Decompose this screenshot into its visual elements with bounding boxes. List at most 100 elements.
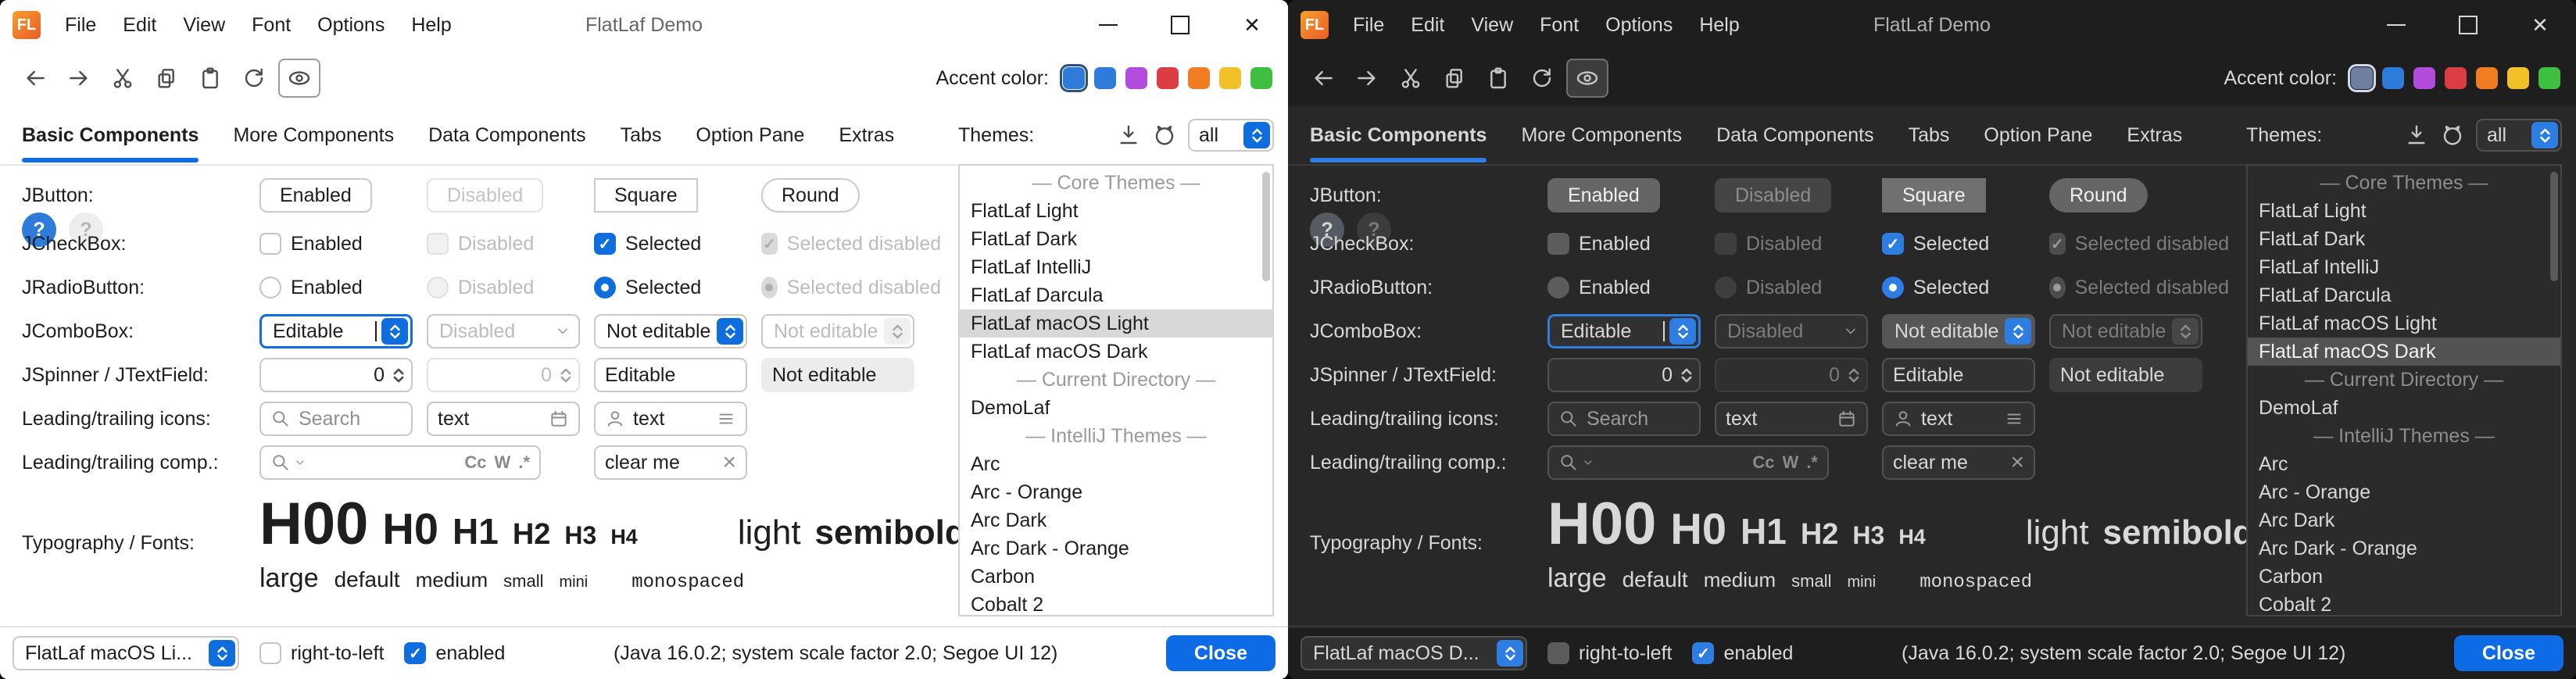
tab-option-pane[interactable]: Option Pane <box>696 108 804 163</box>
tab-tabs[interactable]: Tabs <box>621 108 662 163</box>
scrollbar-thumb[interactable] <box>1262 172 1270 281</box>
combobox-arrow-button[interactable] <box>1243 122 1270 148</box>
square-button[interactable]: Square <box>594 178 698 213</box>
clear-icon[interactable]: × <box>722 451 736 474</box>
lookandfeel-combobox[interactable]: FlatLaf macOS D... <box>1301 636 1527 670</box>
paste-button[interactable] <box>1479 60 1518 96</box>
editable-textfield[interactable]: Editable <box>594 358 747 392</box>
maximize-button[interactable] <box>2432 0 2504 50</box>
editable-textfield[interactable]: Editable <box>1882 358 2035 392</box>
theme-item-cobalt2[interactable]: Cobalt 2 <box>960 591 1272 616</box>
tab-option-pane[interactable]: Option Pane <box>1984 108 2092 163</box>
theme-item-flatlaf-intellij[interactable]: FlatLaf IntelliJ <box>960 253 1272 281</box>
theme-item-arc-orange[interactable]: Arc - Orange <box>960 478 1272 506</box>
theme-item-carbon[interactable]: Carbon <box>960 563 1272 591</box>
round-button[interactable]: Round <box>761 178 860 213</box>
github-button[interactable] <box>1152 123 1177 148</box>
right-to-left-checkbox[interactable]: right-to-left <box>259 642 384 665</box>
maximize-button[interactable] <box>1144 0 1216 50</box>
close-button[interactable]: Close <box>1166 635 1275 671</box>
combobox-arrow-button[interactable] <box>1669 318 1696 345</box>
theme-item-demolaf[interactable]: DemoLaf <box>960 394 1272 422</box>
theme-item-arc-dark[interactable]: Arc Dark <box>2248 506 2560 534</box>
theme-item-arc-dark[interactable]: Arc Dark <box>960 506 1272 534</box>
menu-view[interactable]: View <box>170 0 238 50</box>
theme-item-flatlaf-dark[interactable]: FlatLaf Dark <box>960 225 1272 253</box>
spinner-arrows[interactable] <box>392 368 405 383</box>
theme-item-arc[interactable]: Arc <box>2248 450 2560 478</box>
accent-swatch-blue[interactable] <box>1094 67 1116 89</box>
accent-swatch-orange[interactable] <box>2476 67 2498 89</box>
tab-extras[interactable]: Extras <box>2127 108 2182 163</box>
themes-filter-combobox[interactable]: all <box>1188 119 1274 152</box>
theme-item-arc[interactable]: Arc <box>960 450 1272 478</box>
theme-item-flatlaf-darcula[interactable]: FlatLaf Darcula <box>960 281 1272 309</box>
close-window-button[interactable]: ✕ <box>2504 0 2576 50</box>
tab-basic-components[interactable]: Basic Components <box>22 108 199 163</box>
copy-button[interactable] <box>147 60 186 96</box>
forward-button[interactable] <box>1347 60 1386 96</box>
tab-more-components[interactable]: More Components <box>1521 108 1682 163</box>
download-themes-button[interactable] <box>2404 123 2429 148</box>
forward-button[interactable] <box>59 60 98 96</box>
menu-edit[interactable]: Edit <box>109 0 170 50</box>
not-editable-combobox[interactable]: Not editable <box>1882 314 2035 348</box>
theme-item-arc-dark-orange[interactable]: Arc Dark - Orange <box>2248 534 2560 563</box>
spinner[interactable]: 0 <box>1547 358 1701 392</box>
combobox-arrow-button[interactable] <box>2531 122 2558 148</box>
accent-swatch-default[interactable] <box>2351 67 2373 89</box>
theme-item-carbon[interactable]: Carbon <box>2248 563 2560 591</box>
radio-selected[interactable]: Selected <box>594 277 747 299</box>
menu-font[interactable]: Font <box>1526 0 1592 50</box>
download-themes-button[interactable] <box>1116 123 1141 148</box>
paste-button[interactable] <box>191 60 230 96</box>
tab-basic-components[interactable]: Basic Components <box>1310 108 1487 163</box>
whole-words-toggle[interactable]: W <box>1783 452 1799 473</box>
not-editable-combobox[interactable]: Not editable <box>594 314 747 348</box>
right-to-left-checkbox[interactable]: right-to-left <box>1547 642 1672 665</box>
editable-combobox[interactable]: Editable <box>1547 314 1701 348</box>
accent-swatch-yellow[interactable] <box>1219 67 1241 89</box>
regex-toggle[interactable]: .* <box>518 452 530 473</box>
menu-font[interactable]: Font <box>238 0 304 50</box>
user-field[interactable]: text <box>594 402 747 436</box>
radio-enabled[interactable]: Enabled <box>1547 277 1701 299</box>
minimize-button[interactable] <box>2360 0 2432 50</box>
github-button[interactable] <box>2440 123 2465 148</box>
square-button[interactable]: Square <box>1882 178 1986 213</box>
menu-file[interactable]: File <box>1340 0 1397 50</box>
combobox-arrow-button[interactable] <box>2005 318 2031 345</box>
editable-combobox[interactable]: Editable <box>259 314 413 348</box>
cut-button[interactable] <box>103 60 142 96</box>
themes-filter-combobox[interactable]: all <box>2476 119 2562 152</box>
close-window-button[interactable]: ✕ <box>1216 0 1288 50</box>
accent-swatch-red[interactable] <box>1157 67 1179 89</box>
refresh-button[interactable] <box>234 60 274 96</box>
refresh-button[interactable] <box>1522 60 1562 96</box>
checkbox-enabled[interactable]: Enabled <box>1547 233 1701 256</box>
search-field[interactable]: Search <box>259 402 413 436</box>
enabled-button[interactable]: Enabled <box>259 178 372 213</box>
checkbox-selected[interactable]: Selected <box>594 233 747 256</box>
accent-swatch-yellow[interactable] <box>2507 67 2529 89</box>
menu-file[interactable]: File <box>52 0 109 50</box>
minimize-button[interactable] <box>1072 0 1144 50</box>
accent-swatch-purple[interactable] <box>2413 67 2435 89</box>
combobox-arrow-button[interactable] <box>381 318 408 345</box>
checkbox-enabled[interactable]: Enabled <box>259 233 413 256</box>
clearable-field[interactable]: clear me × <box>594 445 747 480</box>
search-field[interactable]: Search <box>1547 402 1701 436</box>
accent-swatch-red[interactable] <box>2445 67 2467 89</box>
enabled-checkbox[interactable]: enabled <box>1692 642 1793 665</box>
combobox-arrow-button[interactable] <box>717 318 743 345</box>
theme-item-flatlaf-light[interactable]: FlatLaf Light <box>2248 197 2560 225</box>
theme-item-arc-orange[interactable]: Arc - Orange <box>2248 478 2560 506</box>
lookandfeel-combobox[interactable]: FlatLaf macOS Li... <box>13 636 239 670</box>
whole-words-toggle[interactable]: W <box>495 452 511 473</box>
cut-button[interactable] <box>1391 60 1430 96</box>
regex-toggle[interactable]: .* <box>1806 452 1818 473</box>
theme-item-cobalt2[interactable]: Cobalt 2 <box>2248 591 2560 616</box>
match-case-toggle[interactable]: Cc <box>1752 452 1774 473</box>
scrollbar-thumb[interactable] <box>2550 172 2558 281</box>
combobox-arrow-button[interactable] <box>1497 640 1523 666</box>
